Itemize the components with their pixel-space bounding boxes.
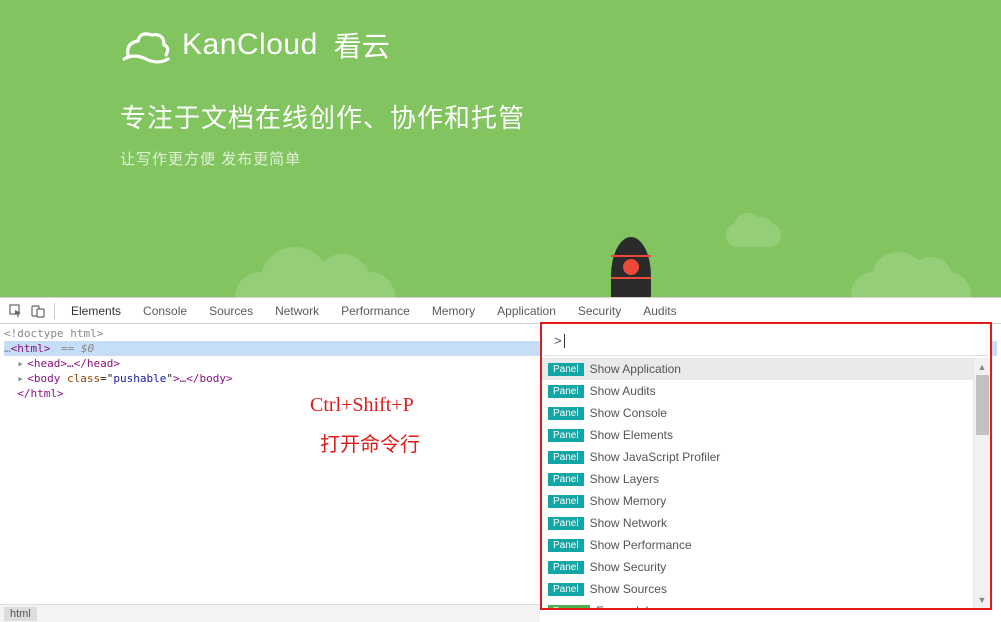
command-item[interactable]: Panel Show Network — [542, 512, 973, 534]
logo-row: KanCloud 看云 — [120, 25, 390, 65]
cloud-decoration-icon — [726, 223, 781, 247]
command-item[interactable]: Panel Show Elements — [542, 424, 973, 446]
kancloud-logo-icon — [120, 25, 172, 65]
command-input-row[interactable]: > — [544, 326, 988, 356]
command-item[interactable]: Panel Show JavaScript Profiler — [542, 446, 973, 468]
brand-bold: Kan — [182, 28, 237, 61]
command-item[interactable]: Panel Show Application — [542, 358, 973, 380]
panel-badge: Panel — [548, 561, 584, 574]
command-item[interactable]: Panel Show Performance — [542, 534, 973, 556]
tab-performance[interactable]: Performance — [331, 298, 420, 324]
brand-name-cn: 看云 — [334, 25, 390, 65]
command-label: Show Elements — [590, 428, 673, 442]
command-item[interactable]: Panel Show Console — [542, 402, 973, 424]
brand-name-en: KanCloud — [182, 28, 318, 62]
scroll-down-icon[interactable]: ▼ — [974, 591, 990, 608]
command-label: Show Memory — [590, 494, 667, 508]
panel-badge: Panel — [548, 385, 584, 398]
command-prompt: > — [554, 333, 564, 348]
elements-breadcrumb[interactable]: html — [0, 604, 540, 622]
command-label: Show Performance — [590, 538, 692, 552]
dom-doctype: <!doctype html> — [4, 327, 103, 340]
tab-application[interactable]: Application — [487, 298, 566, 324]
cloud-decoration-icon — [235, 272, 395, 297]
dom-selected-marker: == $0 — [54, 342, 94, 355]
devtools-toolbar: ElementsConsoleSourcesNetworkPerformance… — [0, 298, 1001, 324]
brand-thin: Cloud — [237, 28, 318, 61]
banner-subhead: 让写作更方便 发布更简单 — [120, 148, 301, 169]
rocket-icon — [606, 237, 656, 297]
cloud-decoration-icon — [851, 272, 971, 297]
breadcrumb-item[interactable]: html — [4, 607, 37, 621]
command-menu: > PanelShow ApplicationPanelShow AuditsP… — [540, 322, 992, 610]
dom-html-open: <html> — [11, 342, 51, 355]
panel-badge: Panel — [548, 473, 584, 486]
panel-badge: Panel — [548, 583, 584, 596]
command-label: Show Application — [590, 362, 681, 376]
panel-badge: Panel — [548, 517, 584, 530]
panel-badge: Panel — [548, 363, 584, 376]
drawer-badge: Drawer — [548, 605, 590, 609]
command-label: Show Console — [590, 406, 667, 420]
inspect-element-icon[interactable] — [6, 301, 26, 321]
dom-body-open[interactable]: <body — [27, 372, 67, 385]
command-label: Show Audits — [590, 384, 656, 398]
toolbar-separator — [54, 303, 55, 319]
panel-badge: Panel — [548, 451, 584, 464]
annotation-line-2: 打开命令行 — [310, 425, 420, 465]
device-toggle-icon[interactable] — [28, 301, 48, 321]
tab-console[interactable]: Console — [133, 298, 197, 324]
site-banner: KanCloud 看云 专注于文档在线创作、协作和托管 让写作更方便 发布更简单 — [0, 0, 1001, 297]
panel-badge: Panel — [548, 429, 584, 442]
panel-badge: Panel — [548, 539, 584, 552]
command-label: Focus debuggee — [596, 604, 685, 608]
command-label: Show JavaScript Profiler — [590, 450, 721, 464]
tab-security[interactable]: Security — [568, 298, 631, 324]
dom-head[interactable]: <head>…</head> — [27, 357, 120, 370]
tab-network[interactable]: Network — [265, 298, 329, 324]
command-item[interactable]: Panel Show Security — [542, 556, 973, 578]
command-label: Show Layers — [590, 472, 659, 486]
tab-elements[interactable]: Elements — [61, 298, 131, 324]
command-item[interactable]: Panel Show Memory — [542, 490, 973, 512]
tab-memory[interactable]: Memory — [422, 298, 485, 324]
command-label: Show Security — [590, 560, 667, 574]
command-scrollbar[interactable]: ▲ ▼ — [973, 358, 990, 608]
panel-badge: Panel — [548, 407, 584, 420]
command-item[interactable]: Panel Show Layers — [542, 468, 973, 490]
command-item[interactable]: Panel Show Sources — [542, 578, 973, 600]
dom-html-close: </html> — [17, 387, 63, 400]
annotation-line-1: Ctrl+Shift+P — [310, 385, 420, 425]
tab-audits[interactable]: Audits — [633, 298, 686, 324]
scroll-up-icon[interactable]: ▲ — [974, 358, 990, 375]
command-label: Show Network — [590, 516, 667, 530]
command-list[interactable]: PanelShow ApplicationPanelShow AuditsPan… — [542, 358, 973, 608]
tab-sources[interactable]: Sources — [199, 298, 263, 324]
command-item[interactable]: Drawer Focus debuggee — [542, 600, 973, 608]
text-caret-icon — [564, 334, 565, 348]
panel-badge: Panel — [548, 495, 584, 508]
scroll-thumb[interactable] — [976, 375, 989, 435]
banner-headline: 专注于文档在线创作、协作和托管 — [120, 98, 525, 135]
command-label: Show Sources — [590, 582, 667, 596]
command-item[interactable]: Panel Show Audits — [542, 380, 973, 402]
annotation-text: Ctrl+Shift+P 打开命令行 — [310, 385, 420, 465]
